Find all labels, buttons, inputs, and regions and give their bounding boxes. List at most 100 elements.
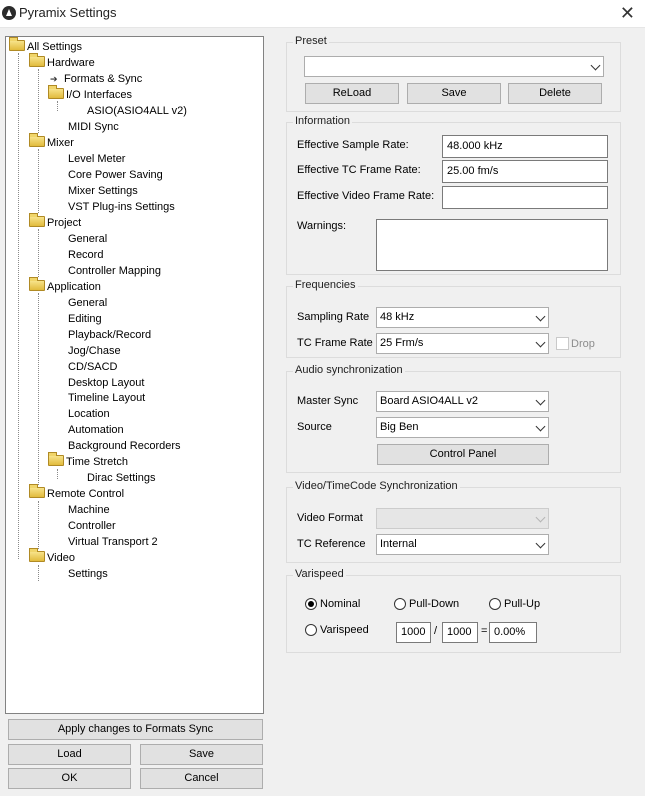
- tree-item-automation[interactable]: Automation: [68, 422, 124, 438]
- reload-button[interactable]: ReLoad: [305, 83, 399, 104]
- pull-up-radio[interactable]: [489, 598, 501, 610]
- tree-item-application[interactable]: Application: [29, 277, 101, 295]
- tree-item-jog-chase[interactable]: Jog/Chase: [68, 343, 121, 359]
- folder-open-icon: [9, 37, 25, 51]
- video-rate-field: [442, 186, 608, 209]
- chevron-down-icon: [590, 60, 601, 71]
- tree-item-all-settings[interactable]: All Settings: [9, 37, 82, 55]
- drop-label: Drop: [571, 338, 595, 350]
- tc-frame-rate-select[interactable]: 25 Frm/s: [376, 333, 549, 354]
- tree-item-app-general[interactable]: General: [68, 295, 107, 311]
- app-icon: [2, 6, 16, 20]
- video-rate-label: Effective Video Frame Rate:: [297, 190, 435, 202]
- source-select[interactable]: Big Ben: [376, 417, 549, 438]
- folder-open-icon: [29, 548, 45, 562]
- save-button[interactable]: Save: [140, 744, 263, 765]
- tree-item-video-settings[interactable]: Settings: [68, 566, 108, 582]
- folder-open-icon: [29, 277, 45, 291]
- preset-select[interactable]: [304, 56, 604, 77]
- varispeed-numerator-input[interactable]: 1000: [396, 622, 431, 643]
- varispeed-radio[interactable]: [305, 624, 317, 636]
- cancel-button[interactable]: Cancel: [140, 768, 263, 789]
- varispeed-denominator-input[interactable]: 1000: [442, 622, 478, 643]
- tree-item-virtual-transport[interactable]: Virtual Transport 2: [68, 534, 158, 550]
- folder-open-icon: [29, 213, 45, 227]
- chevron-down-icon: [535, 337, 546, 348]
- tree-item-mixer[interactable]: Mixer: [29, 133, 74, 151]
- preset-group: Preset ReLoad Save Delete: [286, 35, 621, 112]
- folder-open-icon: [48, 452, 64, 466]
- tree-item-video[interactable]: Video: [29, 548, 75, 566]
- tree-item-remote-control[interactable]: Remote Control: [29, 484, 124, 502]
- pull-up-label: Pull-Up: [504, 598, 541, 610]
- chevron-down-icon: [535, 311, 546, 322]
- tree-item-time-stretch[interactable]: Time Stretch: [48, 452, 128, 470]
- tree-item-cd-sacd[interactable]: CD/SACD: [68, 359, 118, 375]
- tc-reference-select[interactable]: Internal: [376, 534, 549, 555]
- chevron-down-icon: [535, 538, 546, 549]
- frequencies-group: Frequencies Sampling Rate 48 kHz TC Fram…: [286, 279, 621, 358]
- control-panel-button[interactable]: Control Panel: [377, 444, 549, 465]
- tree-item-controller[interactable]: Controller: [68, 518, 116, 534]
- master-sync-select[interactable]: Board ASIO4ALL v2: [376, 391, 549, 412]
- video-sync-group: Video/TimeCode Synchronization Video For…: [286, 480, 621, 563]
- sampling-rate-select[interactable]: 48 kHz: [376, 307, 549, 328]
- ok-button[interactable]: OK: [8, 768, 131, 789]
- warnings-field: [376, 219, 608, 271]
- tree-item-asio[interactable]: ASIO(ASIO4ALL v2): [87, 103, 187, 119]
- window-title: Pyramix Settings: [19, 5, 117, 20]
- tree-item-formats-sync[interactable]: ➔ Formats & Sync: [50, 71, 142, 87]
- chevron-down-icon: [535, 421, 546, 432]
- tree-item-background-recorders[interactable]: Background Recorders: [68, 438, 181, 454]
- folder-open-icon: [48, 85, 64, 99]
- close-icon[interactable]: ✕: [620, 3, 635, 24]
- tree-item-project-general[interactable]: General: [68, 231, 107, 247]
- master-sync-label: Master Sync: [297, 395, 359, 407]
- tree-item-hardware[interactable]: Hardware: [29, 53, 95, 71]
- tree-item-editing[interactable]: Editing: [68, 311, 102, 327]
- tree-item-project[interactable]: Project: [29, 213, 81, 231]
- sample-rate-label: Effective Sample Rate:: [297, 139, 409, 151]
- information-group: Information Effective Sample Rate: 48.00…: [286, 115, 621, 275]
- preset-save-button[interactable]: Save: [407, 83, 501, 104]
- tree-item-machine[interactable]: Machine: [68, 502, 110, 518]
- warnings-label: Warnings:: [297, 220, 347, 232]
- folder-open-icon: [29, 53, 45, 67]
- tree-item-mixer-settings[interactable]: Mixer Settings: [68, 183, 138, 199]
- video-format-label: Video Format: [297, 512, 363, 524]
- video-format-select[interactable]: [376, 508, 549, 529]
- tc-rate-label: Effective TC Frame Rate:: [297, 164, 421, 176]
- drop-checkbox[interactable]: [556, 337, 569, 350]
- tc-frame-rate-label: TC Frame Rate: [297, 337, 373, 349]
- tree-item-midi-sync[interactable]: MIDI Sync: [68, 119, 119, 135]
- folder-open-icon: [29, 484, 45, 498]
- nominal-radio[interactable]: [305, 598, 317, 610]
- apply-changes-button[interactable]: Apply changes to Formats Sync: [8, 719, 263, 740]
- tree-item-record[interactable]: Record: [68, 247, 103, 263]
- load-button[interactable]: Load: [8, 744, 131, 765]
- chevron-down-icon: [535, 512, 546, 523]
- delete-button[interactable]: Delete: [508, 83, 602, 104]
- varispeed-percent-field: 0.00%: [489, 622, 537, 643]
- frequencies-title: Frequencies: [293, 279, 358, 291]
- source-label: Source: [297, 421, 332, 433]
- slash-text: /: [434, 625, 438, 637]
- sample-rate-field: 48.000 kHz: [442, 135, 608, 158]
- tree-item-desktop-layout[interactable]: Desktop Layout: [68, 375, 144, 391]
- tree-item-vst-plugins[interactable]: VST Plug-ins Settings: [68, 199, 175, 215]
- tree-item-timeline-layout[interactable]: Timeline Layout: [68, 390, 145, 406]
- varispeed-group: Varispeed Nominal Pull-Down Pull-Up Vari…: [286, 568, 621, 653]
- tree-item-location[interactable]: Location: [68, 406, 110, 422]
- tree-item-controller-mapping[interactable]: Controller Mapping: [68, 263, 161, 279]
- tree-item-io-interfaces[interactable]: I/O Interfaces: [48, 85, 132, 103]
- pull-down-radio[interactable]: [394, 598, 406, 610]
- tree-item-core-power-saving[interactable]: Core Power Saving: [68, 167, 163, 183]
- tree-item-dirac-settings[interactable]: Dirac Settings: [87, 470, 155, 486]
- audio-sync-group: Audio synchronization Master Sync Board …: [286, 364, 621, 473]
- equals-text: =: [481, 625, 488, 637]
- settings-tree[interactable]: All Settings Hardware ➔ Formats & Sync I/…: [5, 36, 264, 714]
- varispeed-title: Varispeed: [293, 568, 346, 580]
- folder-open-icon: [29, 133, 45, 147]
- tree-item-playback-record[interactable]: Playback/Record: [68, 327, 151, 343]
- tree-item-level-meter[interactable]: Level Meter: [68, 151, 125, 167]
